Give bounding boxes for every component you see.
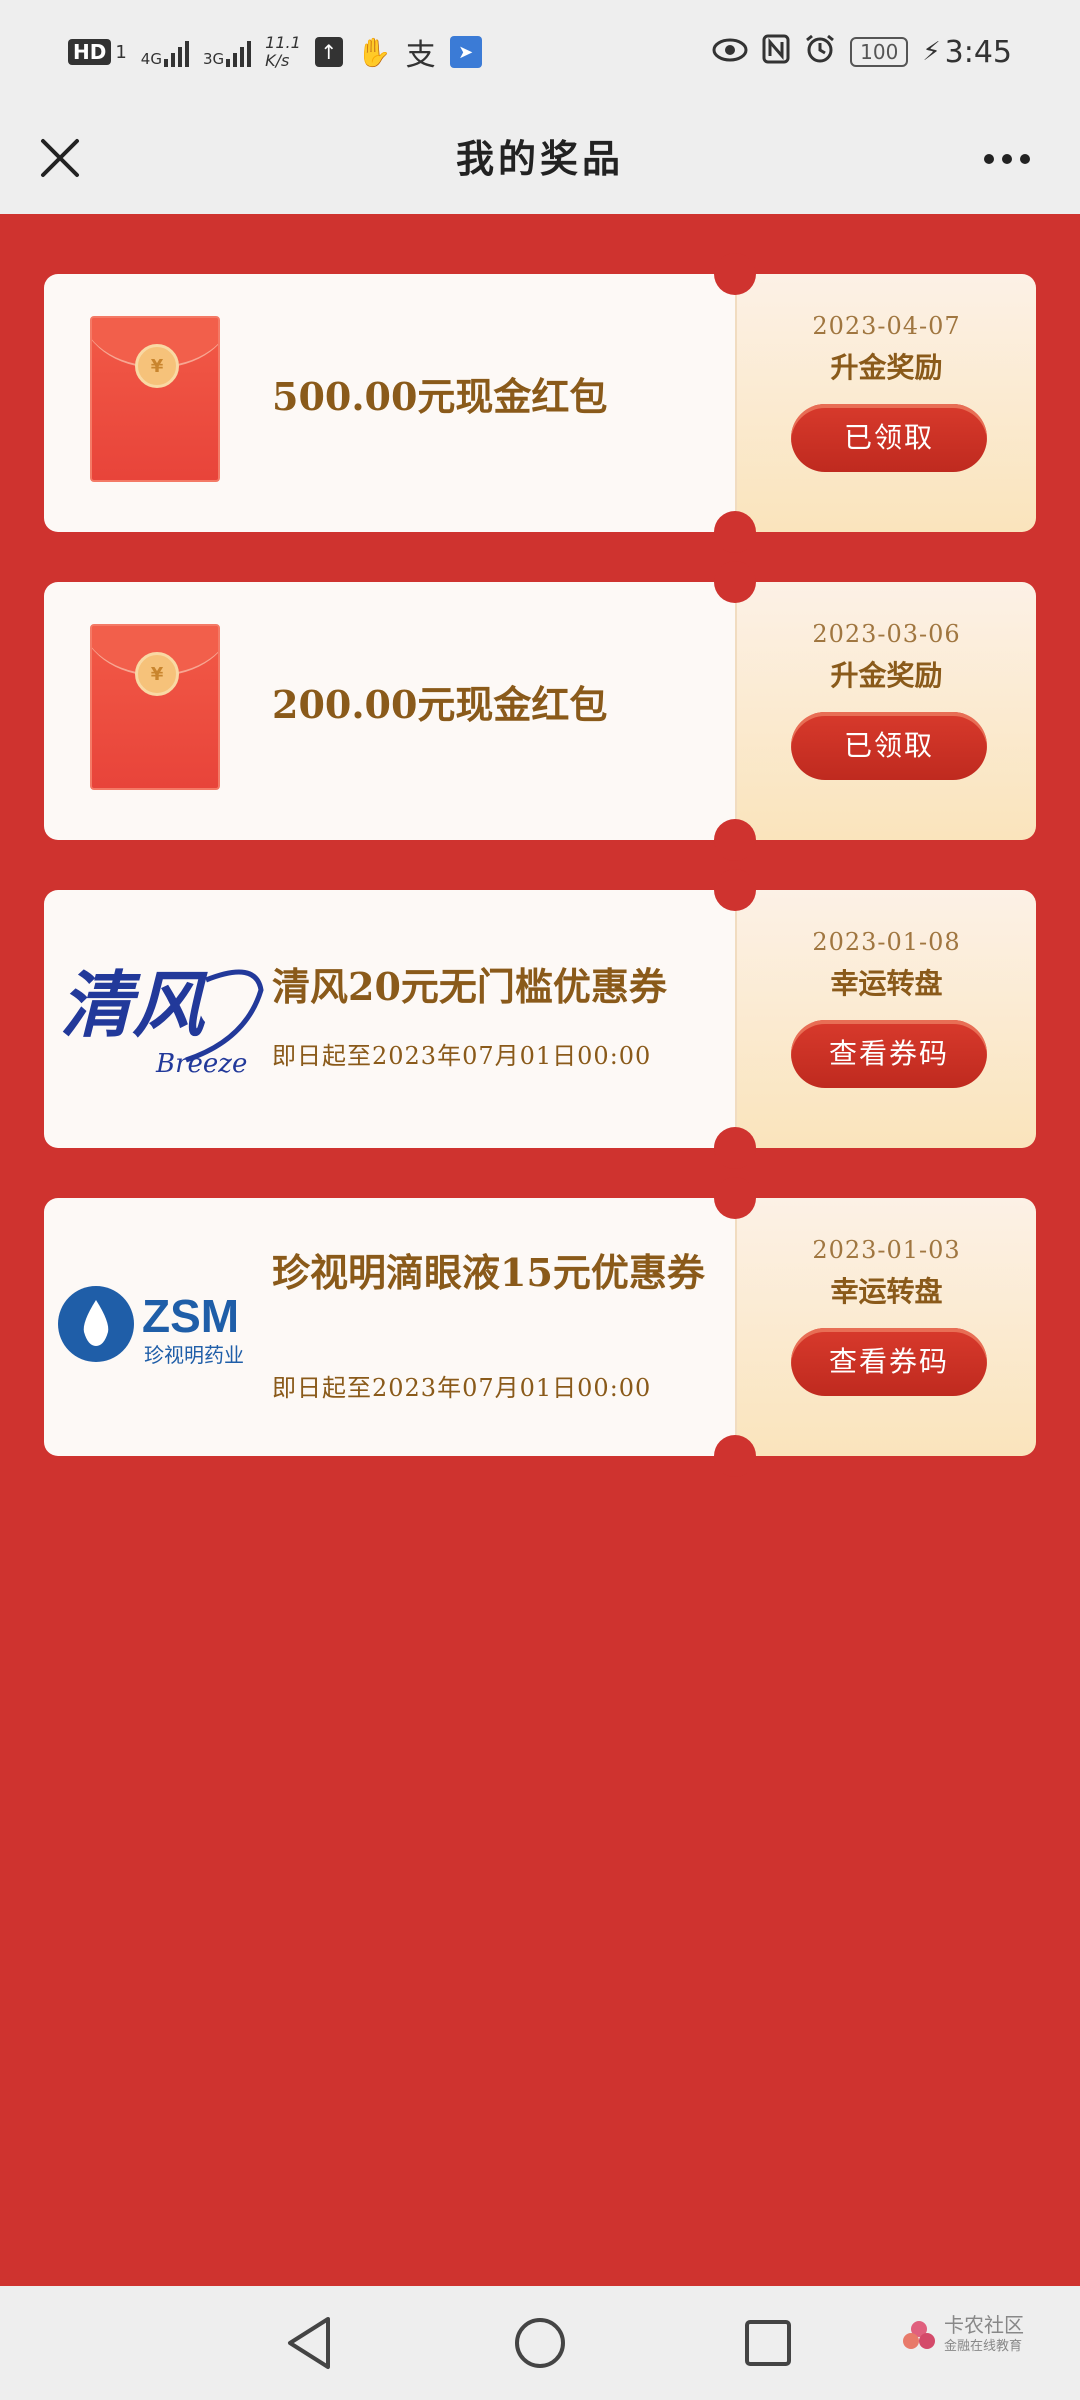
recents-square-icon [745,2320,791,2366]
prize-title: 清风20元无门槛优惠券 [272,964,667,1009]
status-left: HD 1 4G 3G 11.1 K/s ↑ ✋ 支 ➤ [68,30,482,74]
more-icon [984,154,994,164]
battery-icon: 100 [850,37,909,67]
back-button[interactable] [274,2308,344,2378]
svg-text:清风: 清风 [60,962,208,1047]
svg-text:Breeze: Breeze [155,1049,247,1079]
prize-validity: 即日起至2023年07月01日00:00 [272,1374,652,1402]
upload-icon: ↑ [314,37,343,67]
prize-title: 500.00元现金红包 [272,374,608,419]
view-code-button[interactable]: 查看券码 [791,1328,987,1396]
prize-title: 珍视明滴眼液15元优惠券 [272,1250,705,1295]
prize-card[interactable]: 清风 Breeze 清风20元无门槛优惠券 即日起至2023年07月01日00:… [44,869,1036,1169]
hd-badge: HD [68,39,112,65]
net-type-3g: 3G [202,50,225,68]
hand-icon: ✋ [356,35,392,69]
watermark-title: 卡农社区 [944,2313,1024,2337]
prize-card-side: 2023-01-08 幸运转盘 查看券码 [735,890,1036,1148]
envelope-seal: ¥ [135,652,179,696]
net-type-4g: 4G [140,50,162,68]
speed-value: 11.1 [265,33,301,52]
home-button[interactable] [505,2308,575,2378]
prize-source: 幸运转盘 [830,967,943,1000]
prize-card-main: ¥ 200.00元现金红包 [44,582,735,840]
prize-list: ¥ 500.00元现金红包 2023-04-07 升金奖励 已领取 ¥ 200.… [44,253,1036,1506]
envelope-seal: ¥ [135,344,179,388]
status-bar: HD 1 4G 3G 11.1 K/s ↑ ✋ 支 ➤ 100 ⚡ 3:45 [0,0,1080,104]
sim-number: 1 [115,41,127,63]
prize-card-side: 2023-04-07 升金奖励 已领取 [735,274,1036,532]
home-circle-icon [515,2318,565,2368]
claimed-button[interactable]: 已领取 [791,404,987,472]
prize-card-main: ¥ 500.00元现金红包 [44,274,735,532]
more-button[interactable] [972,144,1042,174]
prize-date: 2023-03-06 [812,620,961,648]
signal-4g-icon: 4G [141,37,189,67]
speed-unit: K/s [265,51,290,70]
charging-icon: ⚡ [922,37,941,67]
prize-card[interactable]: ¥ 200.00元现金红包 2023-03-06 升金奖励 已领取 [44,561,1036,861]
prize-source: 升金奖励 [830,659,943,692]
prize-date: 2023-01-08 [812,928,961,956]
app-header: 我的奖品 [0,104,1080,214]
prize-source: 升金奖励 [830,351,943,384]
alarm-icon [804,33,836,72]
nfc-icon [762,34,790,71]
prize-card[interactable]: ¥ 500.00元现金红包 2023-04-07 升金奖励 已领取 [44,253,1036,553]
app-icon: ➤ [449,36,482,68]
prize-date: 2023-01-03 [812,1236,961,1264]
prize-source: 幸运转盘 [830,1275,943,1308]
claimed-button[interactable]: 已领取 [791,712,987,780]
prize-validity: 即日起至2023年07月01日00:00 [272,1042,652,1070]
prize-card-main: 清风 Breeze 清风20元无门槛优惠券 即日起至2023年07月01日00:… [44,890,735,1148]
system-nav-bar: 卡农社区 金融在线教育 [0,2286,1080,2400]
watermark-sub: 金融在线教育 [944,2339,1023,2354]
svg-text:珍视明药业: 珍视明药业 [144,1343,244,1367]
back-triangle-icon [288,2317,330,2369]
watermark: 卡农社区 金融在线教育 [902,2314,1024,2358]
qingfeng-logo: 清风 Breeze [56,950,296,1090]
prize-card[interactable]: ZSM 珍视明药业 珍视明滴眼液15元优惠券 即日起至2023年07月01日00… [44,1177,1036,1477]
svg-text:ZSM: ZSM [142,1290,239,1342]
red-envelope-icon: ¥ [90,316,220,482]
signal-3g-icon: 3G [202,37,252,68]
red-envelope-icon: ¥ [90,624,220,790]
prize-title: 200.00元现金红包 [272,682,608,727]
clock-time: 3:45 [944,34,1012,70]
view-code-button[interactable]: 查看券码 [791,1020,987,1088]
watermark-logo-icon [903,2321,935,2349]
prize-card-main: ZSM 珍视明药业 珍视明滴眼液15元优惠券 即日起至2023年07月01日00… [44,1198,735,1456]
recents-button[interactable] [733,2308,803,2378]
alipay-icon: 支 [405,38,436,73]
status-right: 100 ⚡ 3:45 [712,30,1012,74]
network-speed: 11.1 K/s [265,34,301,70]
prize-card-side: 2023-01-03 幸运转盘 查看券码 [735,1198,1036,1456]
prize-date: 2023-04-07 [812,312,961,340]
prize-card-side: 2023-03-06 升金奖励 已领取 [735,582,1036,840]
zsm-logo: ZSM 珍视明药业 [56,1274,306,1384]
eye-icon [712,36,748,69]
page-title: 我的奖品 [455,136,624,181]
